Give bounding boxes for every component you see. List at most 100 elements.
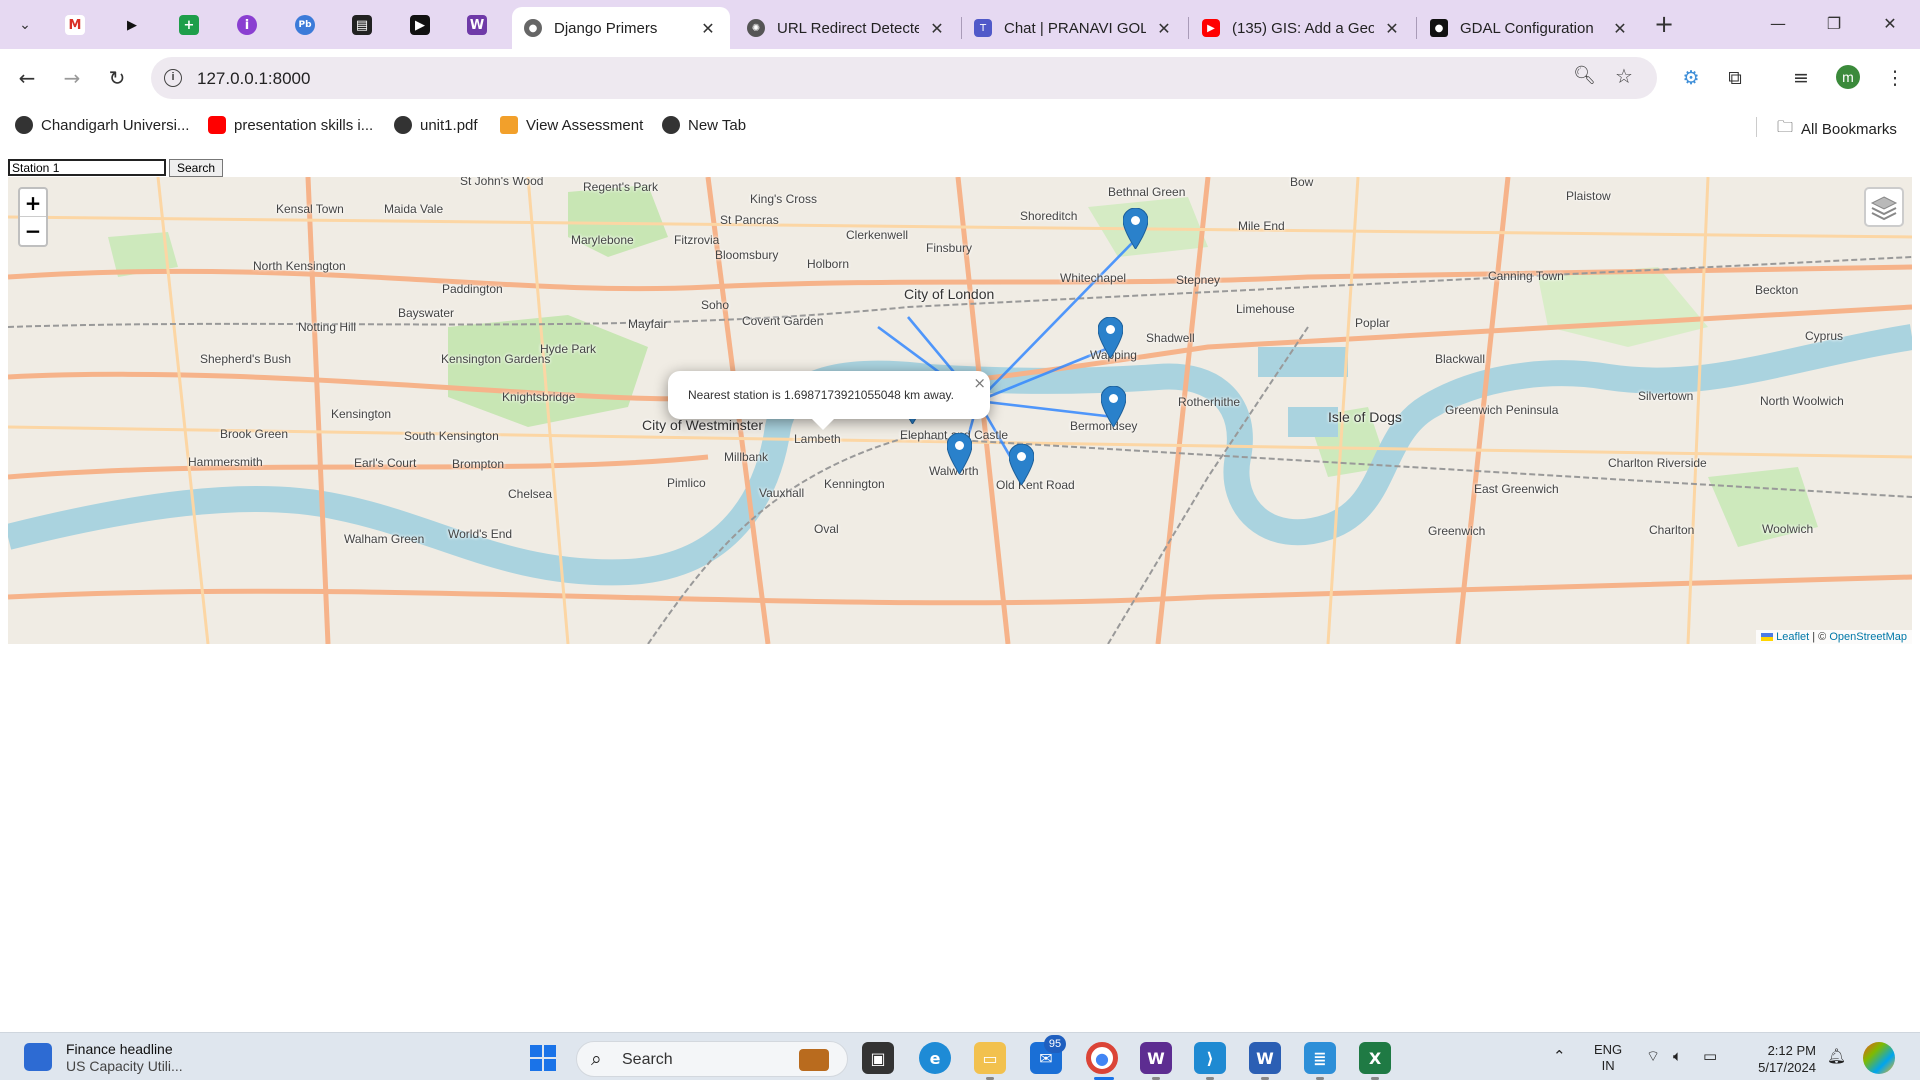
pinned-tab-7[interactable]: ▶ (406, 11, 434, 39)
osm-link[interactable]: OpenStreetMap (1829, 631, 1907, 643)
profile-avatar[interactable]: m (1836, 65, 1860, 89)
app-icon: ▶ (410, 15, 430, 35)
battery-icon[interactable]: ▭ (1703, 1047, 1717, 1065)
forward-button[interactable]: → (55, 61, 89, 95)
leaflet-map[interactable]: St John's Wood Kensal Town Maida Vale Regen… (8, 177, 1912, 644)
map-place-label: Isle of Dogs (1328, 409, 1402, 425)
map-place-label: Kensington Gardens (441, 352, 551, 366)
map-place-label: Beckton (1755, 283, 1799, 297)
file-explorer-icon[interactable]: ▭ (974, 1042, 1006, 1074)
attribution-separator: | © (1809, 631, 1830, 643)
site-info-icon[interactable]: i (164, 69, 182, 87)
system-clock[interactable]: 2:12 PM 5/17/2024 (1746, 1042, 1816, 1076)
pinned-tab-8[interactable]: W (463, 11, 491, 39)
map-place-label: Greenwich Peninsula (1445, 403, 1559, 417)
restore-button[interactable]: ❐ (1806, 6, 1862, 42)
tab-close-icon[interactable]: ✕ (1382, 19, 1402, 38)
taskbar-search[interactable]: ⌕ Search (576, 1041, 848, 1077)
tab-search-icon[interactable]: ⌄ (10, 9, 40, 39)
station-search-input[interactable] (8, 159, 166, 176)
tab-youtube-gis[interactable]: ▶ (135) GIS: Add a Geo ✕ (1190, 7, 1414, 49)
new-tab-button[interactable]: + (1650, 11, 1678, 39)
map-place-label: Plaistow (1566, 189, 1611, 203)
edge-icon[interactable]: e (919, 1042, 951, 1074)
bookmarks-separator (1756, 117, 1757, 137)
zoom-icon[interactable]: 🔍︎ (1573, 65, 1596, 86)
gmail-pinned-tab[interactable]: M (61, 11, 89, 39)
close-window-button[interactable]: ✕ (1862, 6, 1918, 42)
bookmark-star-icon[interactable]: ☆ (1615, 64, 1633, 88)
bookmark-label: All Bookmarks (1801, 121, 1897, 138)
sheets-pinned-tab[interactable]: + (175, 11, 203, 39)
station-marker[interactable] (1101, 386, 1126, 427)
url-text[interactable]: 127.0.0.1:8000 (197, 69, 310, 89)
minimize-button[interactable]: — (1750, 6, 1806, 42)
zoom-out-button[interactable]: − (20, 217, 46, 245)
copilot-icon[interactable] (1863, 1042, 1895, 1074)
bookmark-chandigarh[interactable]: Chandigarh Universi... (15, 116, 189, 134)
popup-text: Nearest station is 1.6987173921055048 km… (688, 388, 954, 402)
station-marker[interactable] (1098, 317, 1123, 358)
notepad-icon[interactable]: ≣ (1304, 1042, 1336, 1074)
word-icon[interactable]: W (1249, 1042, 1281, 1074)
layers-control[interactable] (1864, 187, 1904, 227)
all-bookmarks[interactable]: 🗀 All Bookmarks (1777, 116, 1897, 143)
extensions-puzzle-icon[interactable]: ⧉ (1720, 63, 1750, 93)
news-widget[interactable]: Finance headline US Capacity Utili... (24, 1041, 183, 1075)
address-bar[interactable]: i 127.0.0.1:8000 🔍︎ ☆ (151, 57, 1657, 99)
vscode-icon[interactable]: ⟩ (1194, 1042, 1226, 1074)
back-button[interactable]: ← (10, 61, 44, 95)
reload-button[interactable]: ↻ (100, 61, 134, 95)
task-view-icon[interactable]: ▣ (862, 1042, 894, 1074)
leaflet-link[interactable]: Leaflet (1776, 631, 1809, 643)
tab-title: Chat | PRANAVI GOL (1004, 19, 1146, 37)
bookmark-presentation[interactable]: presentation skills i... (208, 116, 373, 134)
pinned-tab-6[interactable]: ▤ (348, 11, 376, 39)
bookmark-label: View Assessment (526, 116, 644, 134)
tab-close-icon[interactable]: ✕ (927, 19, 947, 38)
tab-close-icon[interactable]: ✕ (698, 19, 718, 38)
map-place-label: City of Westminster (642, 417, 764, 433)
notification-bell-icon[interactable]: 🔔︎ (1827, 1047, 1846, 1065)
map-place-label: Millbank (724, 450, 769, 464)
language-indicator[interactable]: ENG IN (1594, 1042, 1622, 1074)
app-w-icon[interactable]: W (1140, 1042, 1172, 1074)
map-place-label: Fitzrovia (674, 233, 720, 247)
zoom-in-button[interactable]: + (20, 189, 46, 217)
map-place-label: City of London (904, 286, 995, 302)
show-hidden-icons-chevron-icon[interactable]: ⌃ (1553, 1047, 1566, 1065)
tab-close-icon[interactable]: ✕ (1154, 19, 1174, 38)
excel-icon[interactable]: X (1359, 1042, 1391, 1074)
tab-chat[interactable]: T Chat | PRANAVI GOL ✕ (962, 7, 1186, 49)
folder-icon: 🗀 (1777, 117, 1794, 136)
pinned-tab-5[interactable]: Pb (291, 11, 319, 39)
map-place-label: Vauxhall (759, 486, 805, 500)
map-place-label: East Greenwich (1474, 482, 1559, 496)
pinned-tab-4[interactable]: i (233, 11, 261, 39)
windows-taskbar: Finance headline US Capacity Utili... ⌕ … (0, 1032, 1920, 1080)
wifi-icon[interactable]: ⌔ (1646, 1047, 1660, 1066)
search-button[interactable]: Search (169, 159, 223, 177)
bookmark-view-assessment[interactable]: View Assessment (500, 116, 643, 134)
map-place-label: Mile End (1238, 219, 1285, 233)
volume-icon[interactable]: 🔈︎ (1673, 1047, 1682, 1065)
chrome-icon[interactable]: ● (1086, 1042, 1118, 1074)
tab-gdal[interactable]: ● GDAL Configuration ✕ (1418, 7, 1642, 49)
station-marker[interactable] (1123, 208, 1148, 249)
menu-kebab-icon[interactable]: ⋮ (1880, 63, 1910, 93)
extension-icon[interactable]: ⚙ (1676, 63, 1706, 93)
media-control-icon[interactable]: ≡ (1786, 63, 1816, 93)
tab-close-icon[interactable]: ✕ (1610, 19, 1630, 38)
bookmark-unit1[interactable]: unit1.pdf (394, 116, 478, 134)
station-marker[interactable] (1009, 444, 1034, 485)
tab-url-redirect[interactable]: ✺ URL Redirect Detecte ✕ (735, 7, 959, 49)
bookmark-new-tab[interactable]: New Tab (662, 116, 746, 134)
start-button[interactable] (529, 1044, 557, 1072)
popup-close-button[interactable]: × (973, 374, 986, 392)
map-place-label: Brook Green (220, 427, 289, 441)
youtube-pinned-tab[interactable]: ▶ (118, 11, 146, 39)
tab-django-primers[interactable]: ● Django Primers ✕ (512, 7, 730, 49)
map-place-label: Bloomsbury (715, 248, 779, 262)
station-marker[interactable] (947, 433, 972, 474)
clock-time: 2:12 PM (1767, 1043, 1816, 1058)
